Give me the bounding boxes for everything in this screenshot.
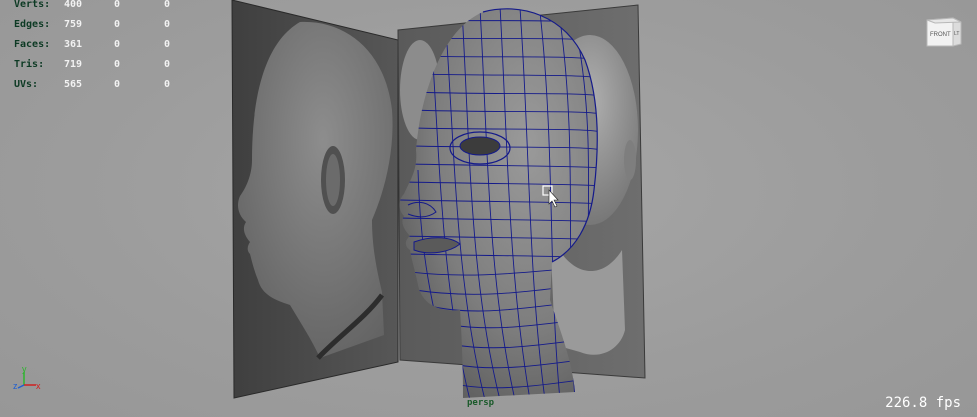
axis-z-label: z [13,381,18,391]
hud-value: 0 [164,39,171,50]
hud-label: Faces: [14,39,51,50]
hud-value: 0 [164,79,171,90]
hud-value: 361 [64,39,83,50]
left-reference-plate[interactable] [231,0,399,399]
fps-counter: 226.8 fps [885,395,961,411]
hud-value: 565 [64,79,83,90]
hud-label: Verts: [14,0,51,10]
hud-value: 0 [114,59,121,70]
hud-value: 0 [114,79,121,90]
hud-value: 0 [164,19,171,30]
scene-canvas[interactable] [0,0,977,417]
hud-label: Edges: [14,19,51,30]
hud-value: 0 [164,59,171,70]
hud-value: 0 [114,19,121,30]
viewcube-front-label[interactable]: FRONT [930,32,951,38]
camera-name: persp [467,398,495,408]
viewport-persp[interactable]: Verts: 400 0 0 Edges: 759 0 0 Faces: 361 0 0 Tris: 71… [0,0,977,417]
hud-value: 719 [64,59,83,70]
viewcube-icon[interactable]: FRONT LT [923,14,963,50]
hud-label: UVs: [14,79,39,90]
hud-value: 0 [164,0,171,10]
axis-x-label: x [36,381,41,391]
hud-value: 0 [114,0,121,10]
hud-label: Tris: [14,59,45,70]
axis-gizmo-icon: y z x [10,364,50,397]
hud-value: 759 [64,19,83,30]
hud-value: 400 [64,0,83,10]
hud-value: 0 [114,39,121,50]
axis-y-label: y [22,365,27,374]
viewcube-side-label[interactable]: LT [954,31,959,37]
